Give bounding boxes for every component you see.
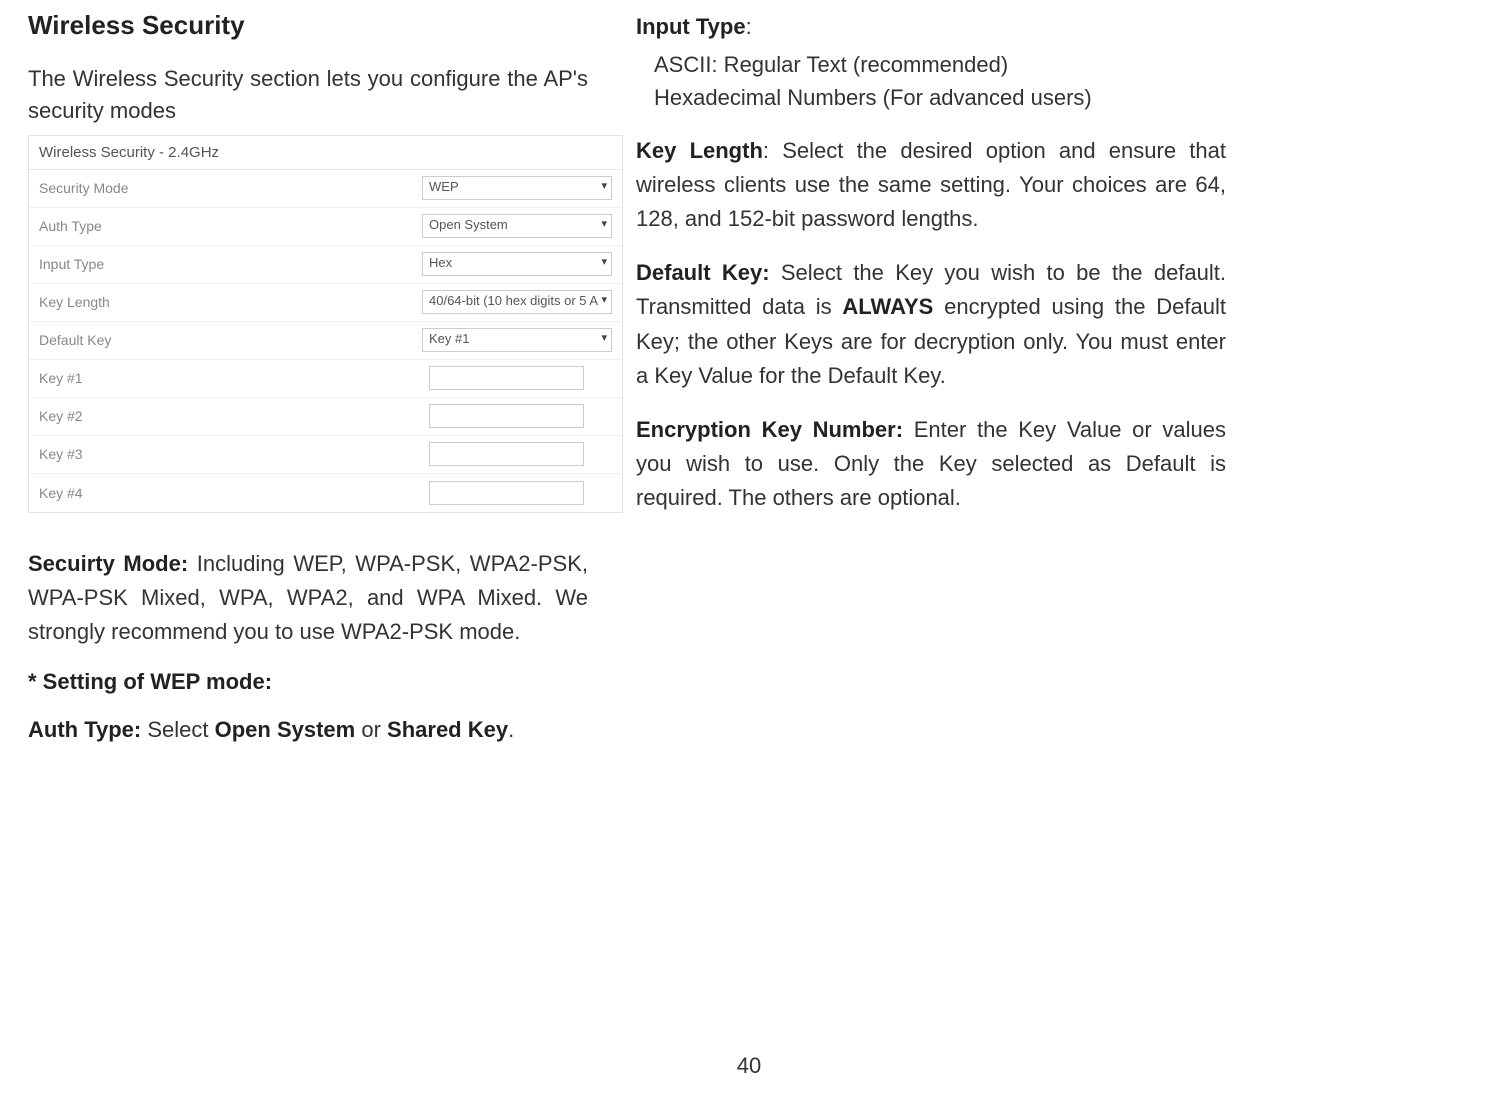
default-key-label: Default Key: <box>636 260 770 285</box>
auth-type-mid2: or <box>355 717 387 742</box>
row-auth-type: Auth Type Open System <box>29 208 622 246</box>
default-key-bold: ALWAYS <box>842 294 933 319</box>
encryption-key-paragraph: Encryption Key Number: Enter the Key Val… <box>636 413 1226 515</box>
row-key-1: Key #1 <box>29 360 622 398</box>
input-type-item-2: Hexadecimal Numbers (For advanced users) <box>654 81 1226 114</box>
select-input-type[interactable]: Hex <box>422 252 612 276</box>
auth-type-label: Auth Type: <box>28 717 141 742</box>
page-number: 40 <box>0 1053 1498 1079</box>
input-type-label: Input Type <box>636 14 746 39</box>
select-security-mode[interactable]: WEP <box>422 176 612 200</box>
page-title: Wireless Security <box>28 10 588 41</box>
security-mode-paragraph: Secuirty Mode: Including WEP, WPA-PSK, W… <box>28 547 588 649</box>
auth-type-end: . <box>508 717 514 742</box>
input-type-colon: : <box>746 14 752 39</box>
key-length-paragraph: Key Length: Select the desired option an… <box>636 134 1226 236</box>
wireless-security-panel: Wireless Security - 2.4GHz Security Mode… <box>28 135 623 513</box>
input-type-list: ASCII: Regular Text (recommended) Hexade… <box>654 48 1226 114</box>
label-key-3: Key #3 <box>39 446 429 462</box>
select-default-key[interactable]: Key #1 <box>422 328 612 352</box>
intro-text: The Wireless Security section lets you c… <box>28 63 588 127</box>
input-key-1[interactable] <box>429 366 584 390</box>
label-key-1: Key #1 <box>39 370 429 386</box>
auth-type-opt1: Open System <box>215 717 356 742</box>
input-key-2[interactable] <box>429 404 584 428</box>
label-default-key: Default Key <box>39 332 422 348</box>
label-input-type: Input Type <box>39 256 422 272</box>
right-column: Input Type: ASCII: Regular Text (recomme… <box>636 10 1226 767</box>
row-security-mode: Security Mode WEP <box>29 170 622 208</box>
key-length-label: Key Length <box>636 138 763 163</box>
select-key-length[interactable]: 40/64-bit (10 hex digits or 5 A <box>422 290 612 314</box>
auth-type-opt2: Shared Key <box>387 717 508 742</box>
input-type-heading: Input Type: <box>636 10 1226 44</box>
left-column: Wireless Security The Wireless Security … <box>28 10 588 767</box>
input-type-item-1: ASCII: Regular Text (recommended) <box>654 48 1226 81</box>
input-key-3[interactable] <box>429 442 584 466</box>
auth-type-mid: Select <box>141 717 214 742</box>
security-mode-label: Secuirty Mode: <box>28 551 188 576</box>
label-key-4: Key #4 <box>39 485 429 501</box>
label-auth-type: Auth Type <box>39 218 422 234</box>
row-input-type: Input Type Hex <box>29 246 622 284</box>
wep-mode-heading: * Setting of WEP mode: <box>28 669 588 695</box>
panel-title: Wireless Security - 2.4GHz <box>29 136 622 170</box>
encryption-key-label: Encryption Key Number: <box>636 417 903 442</box>
auth-type-paragraph: Auth Type: Select Open System or Shared … <box>28 713 588 747</box>
row-key-length: Key Length 40/64-bit (10 hex digits or 5… <box>29 284 622 322</box>
input-key-4[interactable] <box>429 481 584 505</box>
label-key-2: Key #2 <box>39 408 429 424</box>
select-auth-type[interactable]: Open System <box>422 214 612 238</box>
row-key-2: Key #2 <box>29 398 622 436</box>
label-key-length: Key Length <box>39 294 422 310</box>
default-key-paragraph: Default Key: Select the Key you wish to … <box>636 256 1226 392</box>
row-default-key: Default Key Key #1 <box>29 322 622 360</box>
row-key-4: Key #4 <box>29 474 622 512</box>
row-key-3: Key #3 <box>29 436 622 474</box>
label-security-mode: Security Mode <box>39 180 422 196</box>
